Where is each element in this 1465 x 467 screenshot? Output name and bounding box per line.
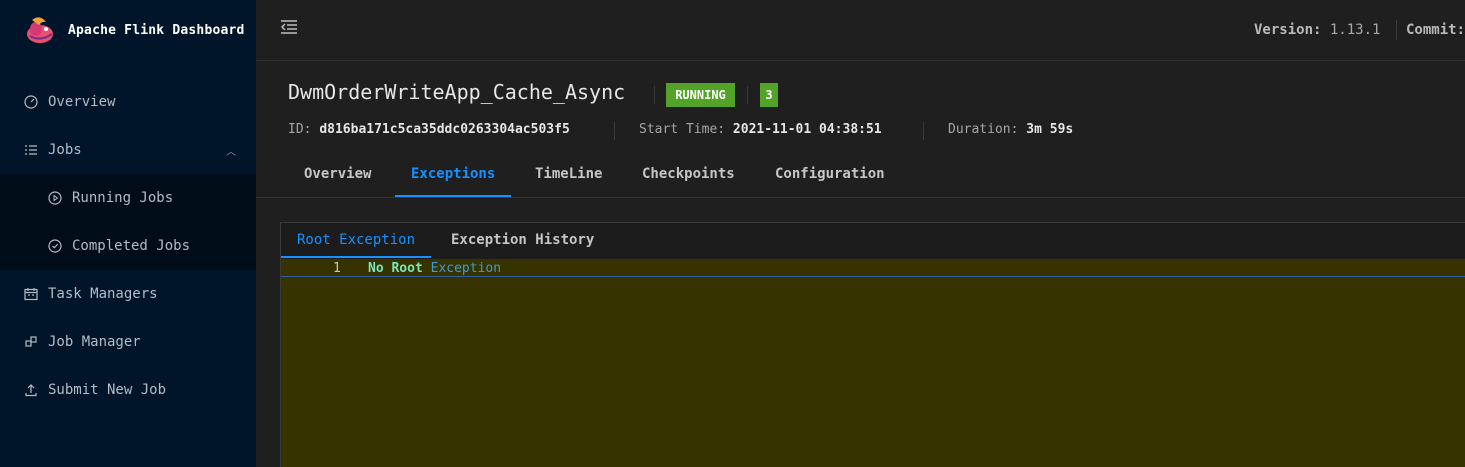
status-badge: RUNNING (666, 83, 735, 107)
meta-divider (614, 122, 615, 140)
sidebar: Apache Flink Dashboard Overview Jobs ︿ R… (0, 0, 256, 467)
sidebar-item-label: Job Manager (48, 334, 141, 350)
sidebar-item-completed-jobs[interactable]: Completed Jobs (0, 222, 256, 270)
tab-overview[interactable]: Overview (304, 166, 371, 182)
check-circle-icon (48, 239, 62, 253)
active-subtab-indicator (281, 256, 431, 258)
sidebar-item-label: Jobs (48, 142, 82, 158)
sidebar-item-submit-new-job[interactable]: Submit New Job (0, 366, 256, 414)
list-icon (25, 145, 37, 155)
tab-timeline[interactable]: TimeLine (535, 166, 602, 182)
job-name: DwmOrderWriteApp_Cache_Async (288, 80, 626, 104)
tab-configuration[interactable]: Configuration (775, 166, 885, 182)
tab-exceptions[interactable]: Exceptions (411, 166, 495, 182)
sidebar-item-job-manager[interactable]: Job Manager (0, 318, 256, 366)
sidebar-item-task-managers[interactable]: Task Managers (0, 270, 256, 318)
task-count-badge: 3 (760, 83, 778, 107)
sidebar-item-overview[interactable]: Overview (0, 78, 256, 126)
code-keyword: No Root (368, 261, 423, 276)
version-label: Version: 1.13.1 (1254, 22, 1381, 38)
commit-label: Commit: (1406, 22, 1465, 38)
upload-icon (25, 384, 37, 397)
flink-logo-icon (27, 17, 53, 43)
job-start-time: Start Time: 2021-11-01 04:38:51 (639, 122, 882, 137)
editor-code-line: No Root Exception (368, 261, 501, 276)
chevron-up-icon: ︿ (226, 146, 236, 158)
line-number: 1 (333, 261, 341, 276)
code-text: Exception (430, 261, 502, 276)
sidebar-item-label: Task Managers (48, 286, 158, 302)
play-circle-icon (48, 191, 62, 205)
title-divider (654, 86, 655, 104)
menu-fold-icon[interactable] (280, 19, 298, 35)
badge-divider (747, 86, 748, 104)
tabs-divider (256, 197, 1465, 198)
tab-root-exception[interactable]: Root Exception (297, 232, 415, 248)
tab-exception-history[interactable]: Exception History (451, 232, 594, 248)
sidebar-item-label: Submit New Job (48, 382, 167, 398)
sidebar-item-label: Completed Jobs (72, 238, 191, 254)
brand[interactable]: Apache Flink Dashboard (22, 10, 245, 50)
header-divider (1396, 20, 1397, 40)
sidebar-item-running-jobs[interactable]: Running Jobs (0, 174, 256, 222)
meta-divider (923, 122, 924, 140)
job-id: ID: d816ba171c5ca35ddc0263304ac503f5 (288, 122, 570, 137)
job-duration: Duration: 3m 59s (948, 122, 1074, 137)
sidebar-item-label: Overview (48, 94, 116, 110)
tab-checkpoints[interactable]: Checkpoints (642, 166, 735, 182)
app-title: Apache Flink Dashboard (68, 22, 245, 38)
dashboard-icon (24, 95, 38, 109)
schedule-icon (24, 288, 38, 301)
sidebar-item-jobs[interactable]: Jobs ︿ (0, 126, 256, 174)
exception-editor[interactable] (281, 259, 1465, 467)
sidebar-item-label: Running Jobs (72, 190, 174, 206)
build-icon (25, 336, 37, 347)
active-tab-indicator (395, 195, 511, 197)
version-value: 1.13.1 (1329, 22, 1381, 38)
